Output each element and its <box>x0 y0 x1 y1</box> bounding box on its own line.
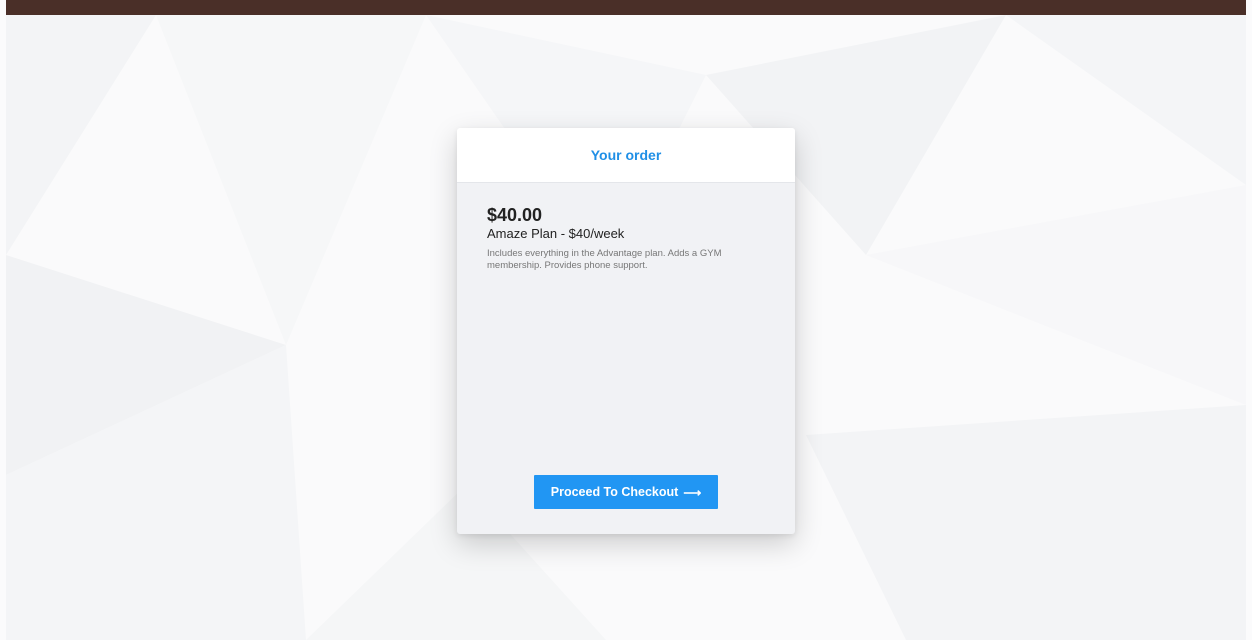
arrow-right-icon: ⟶ <box>683 485 702 500</box>
top-bar <box>6 0 1246 15</box>
plan-description: Includes everything in the Advantage pla… <box>487 248 722 271</box>
proceed-to-checkout-button[interactable]: Proceed To Checkout ⟶ <box>534 475 718 509</box>
plan-name: Amaze Plan - $40/week <box>487 226 625 241</box>
order-title: Your order <box>590 147 662 163</box>
order-price: $40.00 <box>487 205 543 225</box>
order-card-body: $40.00 Amaze Plan - $40/week Includes ev… <box>457 183 795 272</box>
order-card: Your order $40.00 Amaze Plan - $40/week … <box>457 128 795 534</box>
checkout-button-label: Proceed To Checkout <box>550 485 679 499</box>
page: Your order $40.00 Amaze Plan - $40/week … <box>0 0 1252 640</box>
order-card-header: Your order <box>457 128 795 183</box>
